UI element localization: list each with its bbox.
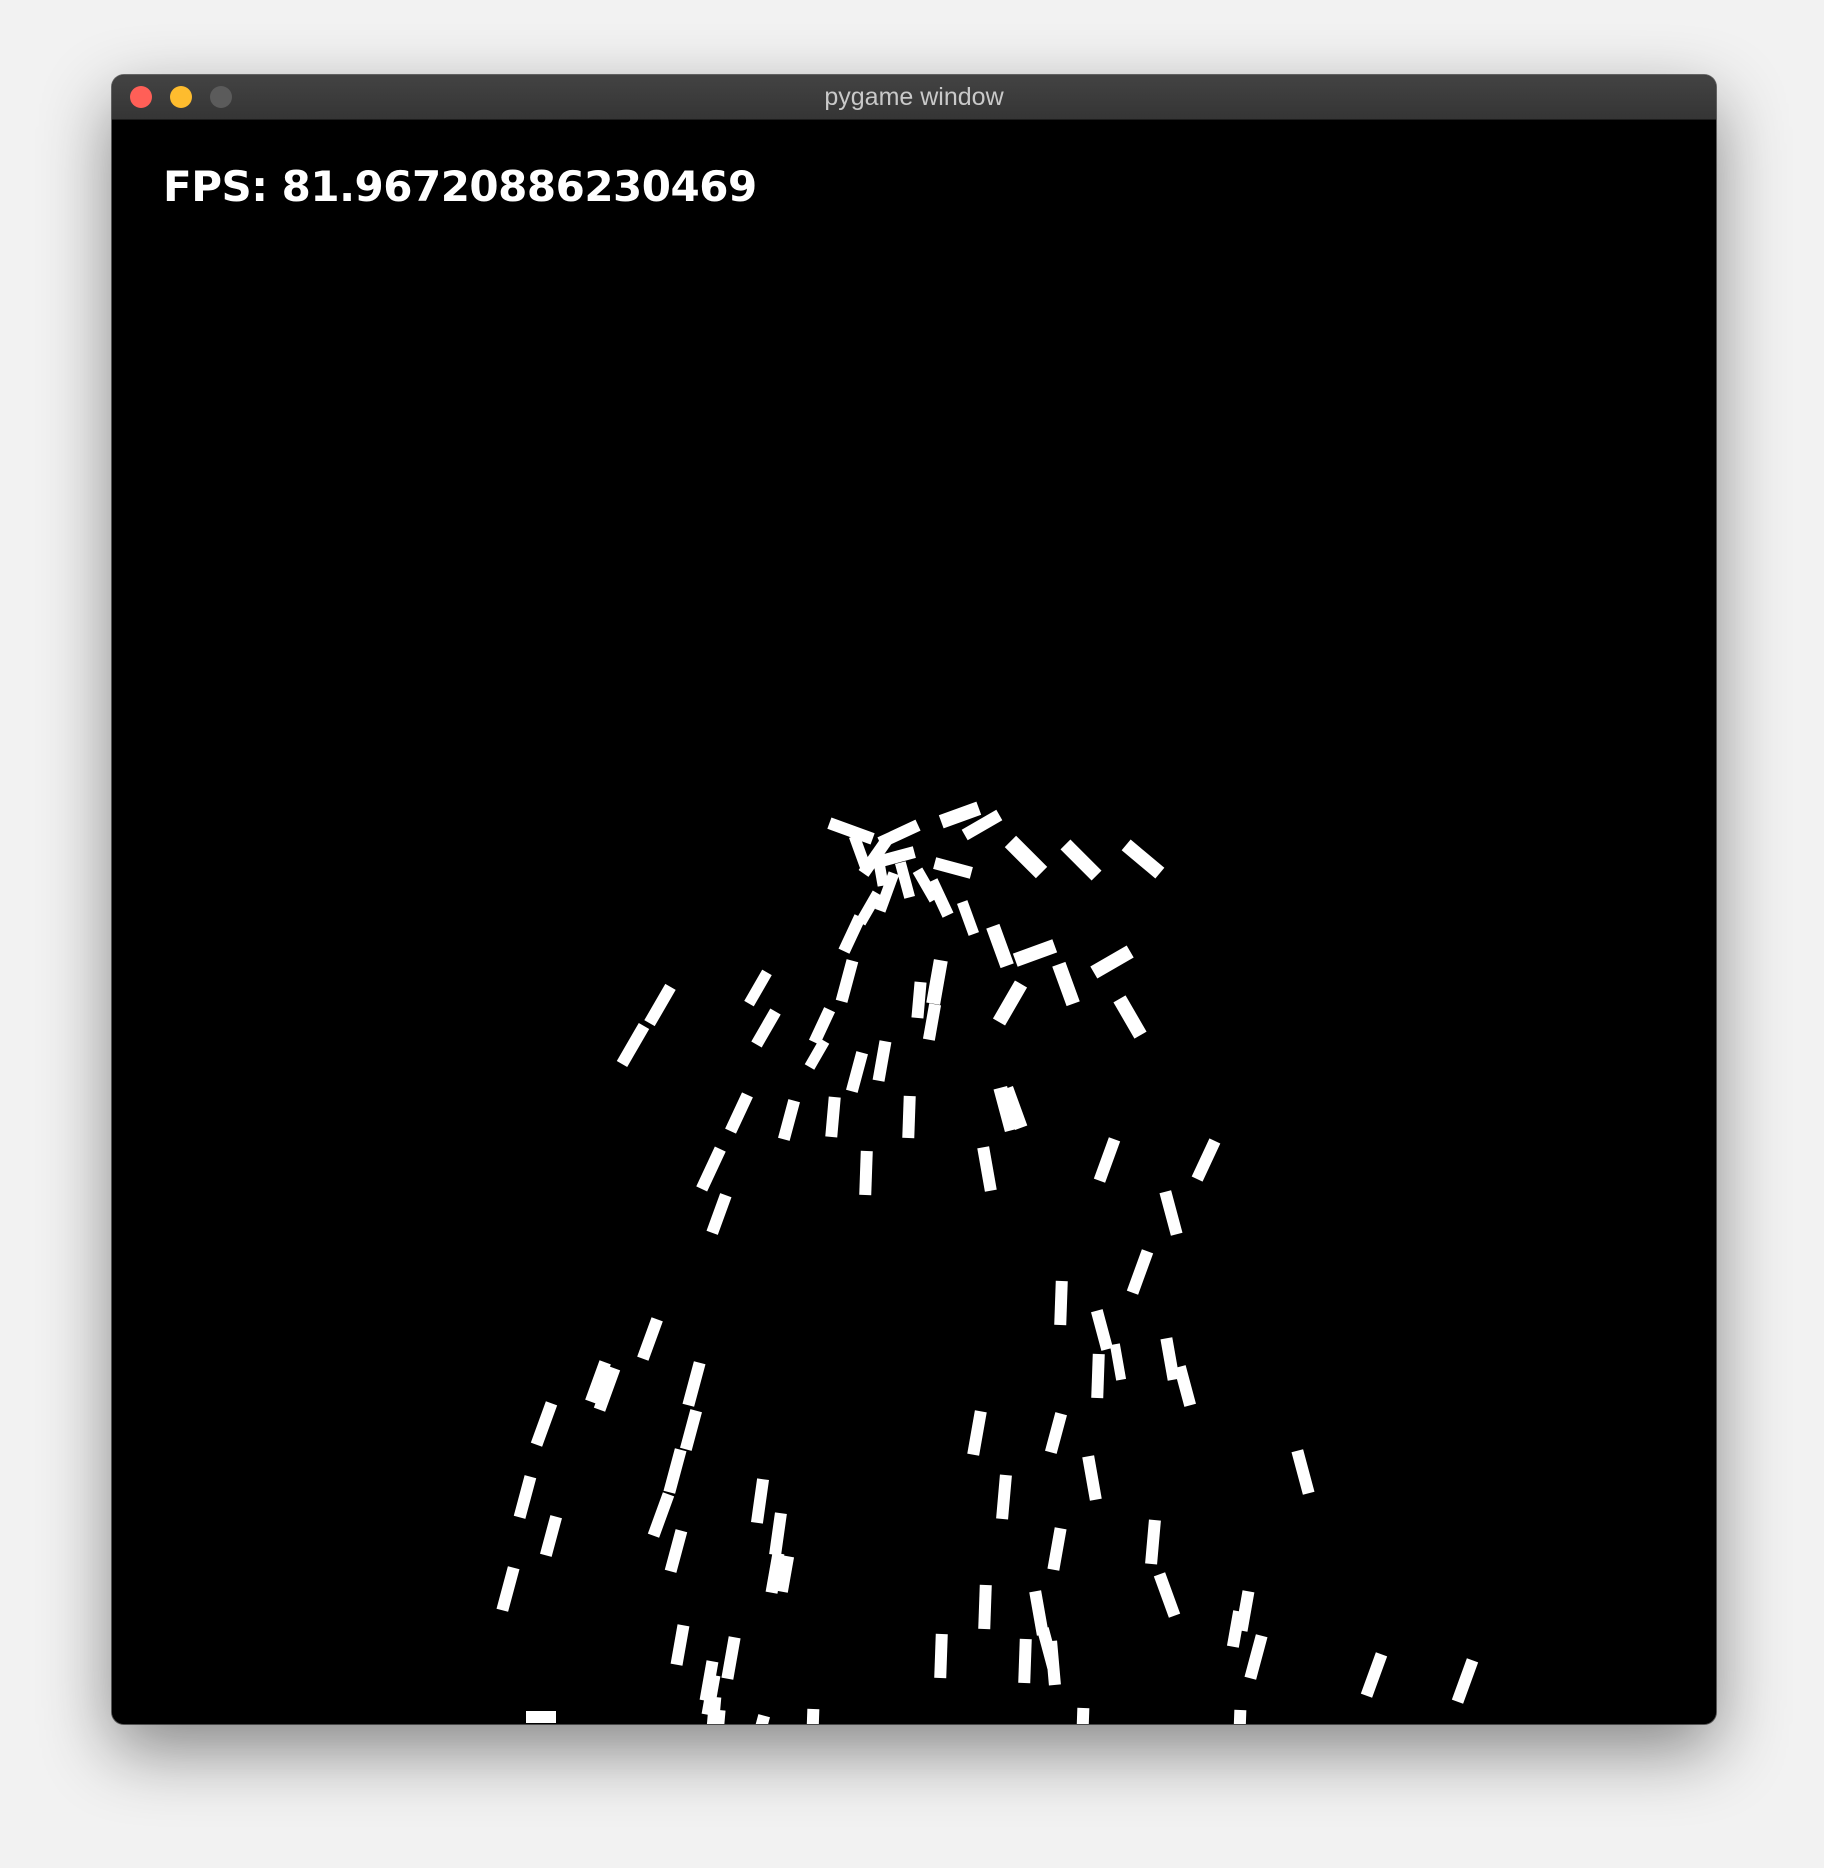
particle: [1091, 1353, 1105, 1399]
particle: [1004, 835, 1048, 879]
particle: [1093, 1137, 1121, 1183]
game-canvas[interactable]: FPS: 81.96720886230469: [112, 120, 1716, 1724]
particle: [663, 1448, 687, 1494]
particle: [825, 1096, 841, 1138]
particle: [835, 959, 859, 1003]
particle: [1091, 1309, 1113, 1351]
particle: [750, 1478, 770, 1524]
particle: [1047, 1527, 1067, 1571]
particle: [721, 1636, 741, 1680]
particle: [778, 1099, 800, 1141]
particle: [1126, 1249, 1154, 1295]
particle: [1153, 1572, 1181, 1618]
particle: [696, 1146, 726, 1192]
particle: [513, 1475, 537, 1519]
particle: [706, 1193, 732, 1235]
particle: [957, 900, 979, 936]
particle: [996, 1474, 1012, 1520]
particle: [1159, 1190, 1183, 1236]
particle: [664, 1529, 688, 1573]
particle: [1060, 839, 1102, 881]
particle: [637, 1317, 663, 1361]
particle: [895, 861, 915, 899]
app-window: pygame window FPS: 81.96720886230469: [112, 75, 1716, 1724]
particle: [977, 1146, 997, 1192]
particle: [680, 1409, 702, 1451]
particle-field: [496, 801, 1479, 1724]
particle: [540, 1515, 562, 1557]
particle: [1233, 1709, 1247, 1724]
particle: [1113, 995, 1147, 1039]
particle: [751, 1008, 781, 1048]
particle: [933, 857, 973, 879]
particle: [934, 1633, 948, 1679]
particle: [496, 1566, 520, 1612]
particle: [1121, 839, 1165, 879]
particle: [1018, 1638, 1032, 1684]
particle: [530, 1401, 558, 1447]
particle: [647, 1492, 675, 1538]
particle: [1045, 1640, 1061, 1686]
particle: [1045, 1412, 1067, 1454]
particle: [616, 1022, 650, 1068]
particle: [992, 980, 1028, 1026]
particle: [922, 1003, 942, 1041]
title-bar[interactable]: pygame window: [112, 75, 1716, 120]
particle: [859, 1150, 873, 1196]
particle: [1145, 1519, 1161, 1565]
particle: [1082, 1455, 1102, 1501]
particle: [1291, 1449, 1315, 1495]
particle: [1090, 945, 1134, 979]
particle: [911, 981, 927, 1019]
particle: [1174, 1365, 1196, 1407]
particle: [1451, 1658, 1479, 1704]
particle: [526, 1711, 556, 1723]
particle: [1109, 1343, 1127, 1381]
window-title: pygame window: [824, 83, 1004, 111]
particle: [670, 1624, 690, 1666]
particle: [838, 914, 866, 954]
particle: [986, 923, 1014, 969]
particle: [1054, 1280, 1068, 1326]
particle: [926, 959, 948, 1005]
particle: [725, 1092, 753, 1134]
particle: [682, 1361, 706, 1407]
particle: [769, 1512, 787, 1556]
particle: [644, 983, 676, 1027]
particle: [872, 1040, 892, 1082]
particle: [902, 1095, 916, 1139]
particle: [967, 1410, 987, 1456]
particle: [846, 1051, 868, 1093]
particle: [1191, 1138, 1221, 1182]
particle: [806, 1708, 820, 1724]
particle: [1076, 1707, 1090, 1724]
particle: [1360, 1652, 1388, 1698]
particle: [744, 969, 772, 1007]
particle: [748, 1714, 770, 1724]
particle: [1012, 939, 1058, 967]
particle: [978, 1584, 992, 1630]
particle: [1244, 1634, 1268, 1680]
particle: [1052, 961, 1080, 1007]
particle: [808, 1007, 836, 1045]
